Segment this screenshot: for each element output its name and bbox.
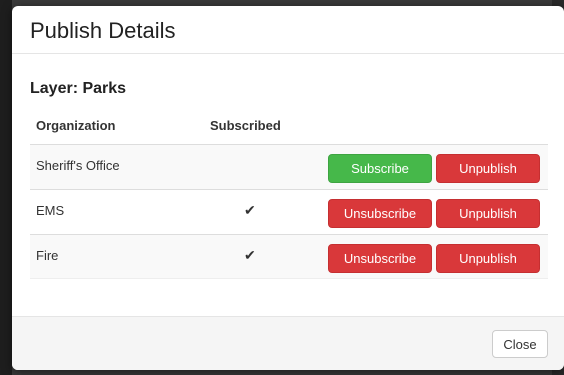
layer-prefix: Layer: — [30, 80, 83, 97]
table-row: Sheriff's Office Subscribe Unpublish — [30, 144, 548, 189]
layer-heading: Layer: Parks — [30, 80, 126, 98]
subscribe-button[interactable]: Subscribe — [328, 154, 432, 183]
unpublish-button[interactable]: Unpublish — [436, 244, 540, 273]
close-button[interactable]: Close — [492, 330, 548, 358]
unpublish-button[interactable]: Unpublish — [436, 199, 540, 228]
unpublish-button[interactable]: Unpublish — [436, 154, 540, 183]
table-row: EMS ✔ Unsubscribe Unpublish — [30, 189, 548, 234]
layer-name: Parks — [82, 80, 127, 97]
column-header-subscribed: Subscribed — [210, 118, 281, 133]
modal-title: Publish Details — [30, 18, 176, 43]
unsubscribe-button[interactable]: Unsubscribe — [328, 244, 432, 273]
organization-name: EMS — [36, 203, 65, 218]
organization-name: Fire — [36, 248, 59, 263]
publish-details-modal: Publish Details Layer: Parks Organizatio… — [12, 6, 564, 370]
unsubscribe-button[interactable]: Unsubscribe — [328, 199, 432, 228]
column-header-organization: Organization — [36, 118, 116, 133]
subscribed-check-icon: ✔ — [244, 247, 256, 263]
organization-name: Sheriff's Office — [36, 158, 120, 173]
subscribed-check-icon: ✔ — [244, 202, 256, 218]
table-row: Fire ✔ Unsubscribe Unpublish — [30, 234, 548, 279]
modal-header: Publish Details — [12, 6, 564, 54]
modal-footer: Close — [12, 316, 564, 370]
backdrop — [0, 0, 12, 375]
